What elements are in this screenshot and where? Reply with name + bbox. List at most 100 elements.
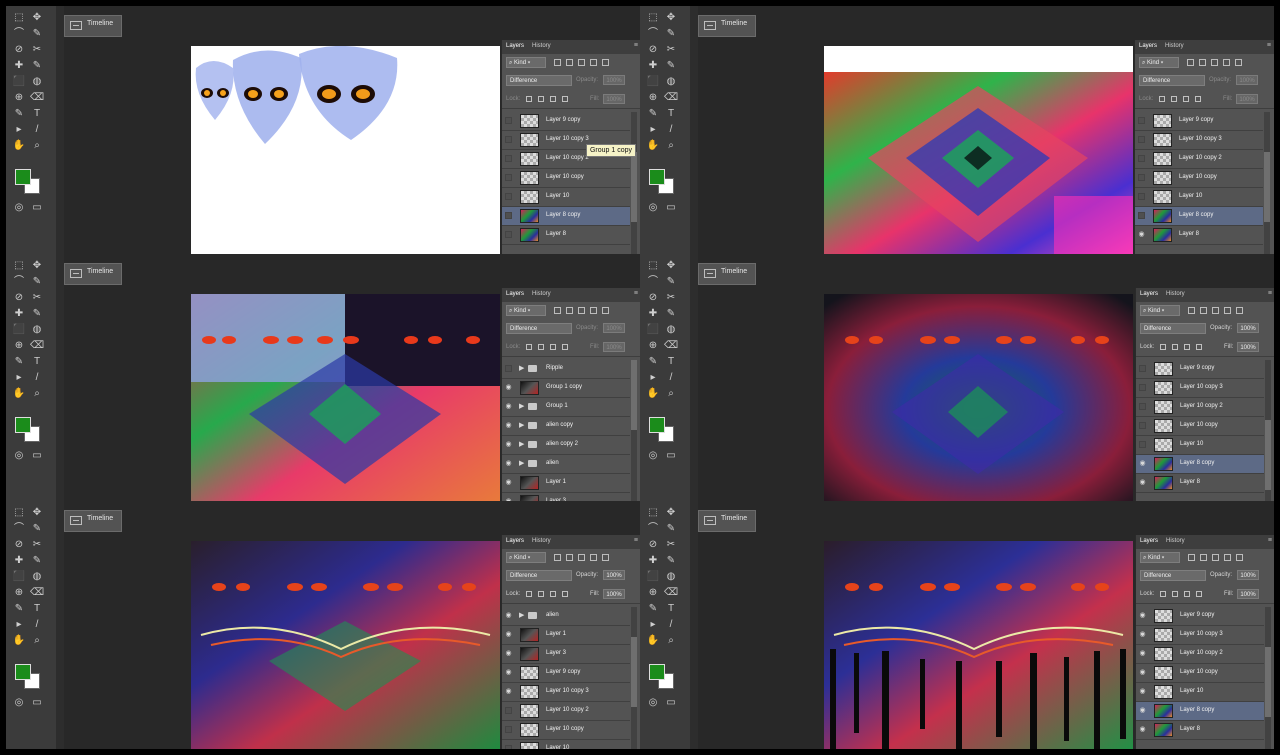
tool-icon[interactable]: ✎ — [30, 276, 44, 288]
layer-row[interactable]: Layer 10 — [1136, 436, 1264, 455]
filter-icon[interactable] — [1199, 59, 1206, 66]
filter-icon[interactable] — [566, 59, 573, 66]
filter-icon[interactable] — [602, 59, 609, 66]
tool-icon[interactable]: ⬚ — [646, 12, 660, 24]
visibility-eye-icon[interactable]: ◉ — [1138, 231, 1145, 238]
filter-kind-dropdown[interactable]: ⌕ Kind ▾ — [506, 552, 546, 563]
lock-icon[interactable] — [562, 96, 568, 102]
layer-row[interactable]: Layer 8 — [502, 226, 630, 245]
tool-icon[interactable]: ✎ — [12, 108, 26, 120]
expand-arrow-icon[interactable]: ▶ — [519, 364, 524, 372]
tool-icon[interactable]: ✎ — [646, 108, 660, 120]
panel-menu-icon[interactable]: ≡ — [634, 537, 638, 544]
tab-history[interactable]: History — [1166, 291, 1185, 297]
tool-icon[interactable]: ⬚ — [646, 260, 660, 272]
foreground-color-swatch[interactable] — [15, 417, 31, 433]
tool-icon[interactable]: ⌫ — [664, 340, 678, 352]
tool-icon[interactable]: ✎ — [30, 308, 44, 320]
blend-mode-dropdown[interactable]: Difference — [1140, 323, 1206, 334]
expand-arrow-icon[interactable]: ▶ — [519, 459, 524, 467]
layer-row[interactable]: ◉ ▶ Group 1 — [502, 398, 630, 417]
tool-icon[interactable]: ✥ — [30, 507, 44, 519]
layers-scrollbar[interactable] — [631, 607, 637, 749]
tab-history[interactable]: History — [532, 538, 551, 544]
visibility-toggle[interactable] — [505, 365, 512, 372]
scrollbar-thumb[interactable] — [1265, 647, 1271, 717]
lock-icon[interactable] — [550, 96, 556, 102]
layer-row[interactable]: Layer 10 copy — [1135, 169, 1263, 188]
filter-icon[interactable] — [578, 554, 585, 561]
tool-icon[interactable]: ⊕ — [646, 587, 660, 599]
tool-icon[interactable]: ⌒ — [12, 276, 26, 288]
tool-icon[interactable]: / — [664, 619, 678, 631]
layer-row[interactable]: ◉ Layer 10 copy — [1136, 664, 1264, 683]
tool-icon[interactable]: ⊘ — [646, 44, 660, 56]
lock-icon[interactable] — [526, 96, 532, 102]
tool-icon[interactable]: ✥ — [664, 260, 678, 272]
layer-row[interactable]: ◉ Layer 8 copy — [1136, 702, 1264, 721]
filter-icon[interactable] — [1211, 59, 1218, 66]
filter-icon[interactable] — [1236, 554, 1243, 561]
lock-icon[interactable] — [1172, 591, 1178, 597]
layer-row[interactable]: Layer 9 copy — [1136, 360, 1264, 379]
scrollbar-thumb[interactable] — [1265, 420, 1271, 490]
filter-kind-dropdown[interactable]: ⌕ Kind ▾ — [506, 57, 546, 68]
filter-icon[interactable] — [1188, 554, 1195, 561]
filter-kind-dropdown[interactable]: ⌕ Kind ▾ — [1140, 305, 1180, 316]
filter-icon[interactable] — [590, 59, 597, 66]
foreground-color-swatch[interactable] — [15, 169, 31, 185]
tool-icon[interactable]: ✎ — [664, 523, 678, 535]
tool-icon[interactable]: ⊘ — [12, 44, 26, 56]
tab-history[interactable]: History — [1166, 538, 1185, 544]
foreground-color-swatch[interactable] — [649, 664, 665, 680]
layer-row[interactable]: ◉ Layer 1 — [502, 626, 630, 645]
layer-row[interactable]: ◉ Layer 8 — [1136, 721, 1264, 740]
scrollbar-thumb[interactable] — [1264, 152, 1270, 222]
filter-icon[interactable] — [1224, 554, 1231, 561]
opacity-field[interactable]: 100% — [603, 323, 625, 333]
visibility-toggle[interactable] — [505, 726, 512, 733]
lock-icon[interactable] — [1196, 344, 1202, 350]
tool-icon[interactable]: ⌒ — [12, 28, 26, 40]
tool-icon[interactable]: ⌕ — [664, 635, 678, 647]
document-canvas[interactable] — [191, 541, 500, 749]
tool-icon[interactable]: ▸ — [646, 372, 660, 384]
filter-kind-dropdown[interactable]: ⌕ Kind ▾ — [506, 305, 546, 316]
tool-icon[interactable]: ✂ — [664, 539, 678, 551]
visibility-eye-icon[interactable]: ◉ — [505, 631, 512, 638]
fill-field[interactable]: 100% — [1236, 94, 1258, 104]
visibility-eye-icon[interactable]: ◉ — [505, 441, 512, 448]
visibility-toggle[interactable] — [505, 707, 512, 714]
visibility-toggle[interactable] — [505, 212, 512, 219]
layer-row[interactable]: ▶ Ripple — [502, 360, 630, 379]
tool-icon[interactable]: ✂ — [30, 292, 44, 304]
tool-icon[interactable]: ⬛ — [646, 324, 660, 336]
filter-icon[interactable] — [1223, 59, 1230, 66]
filter-icon[interactable] — [1212, 554, 1219, 561]
filter-icon[interactable] — [1200, 307, 1207, 314]
visibility-toggle[interactable] — [505, 745, 512, 749]
tool-icon[interactable]: ⬚ — [12, 507, 26, 519]
layers-scrollbar[interactable] — [1264, 112, 1270, 254]
timeline-button[interactable]: Timeline — [64, 510, 122, 532]
tool-icon[interactable]: ⬛ — [12, 324, 26, 336]
tool-icon[interactable]: ✚ — [646, 555, 660, 567]
tool-icon[interactable]: ✎ — [30, 60, 44, 72]
tool-icon[interactable]: ✂ — [30, 539, 44, 551]
layer-row[interactable]: ◉ Layer 9 copy — [502, 664, 630, 683]
visibility-toggle[interactable] — [505, 174, 512, 181]
document-canvas[interactable] — [191, 46, 500, 254]
tool-icon[interactable]: ⌒ — [646, 276, 660, 288]
screen-mode-icon[interactable]: ▭ — [664, 450, 678, 462]
layer-row[interactable]: ◉ ▶ alien copy — [502, 417, 630, 436]
tool-icon[interactable]: ✋ — [646, 388, 660, 400]
tool-icon[interactable]: ⌫ — [664, 587, 678, 599]
tool-icon[interactable]: T — [664, 356, 678, 368]
tool-icon[interactable]: ⌕ — [30, 140, 44, 152]
tab-layers[interactable]: Layers — [1139, 43, 1157, 49]
tool-icon[interactable]: ◍ — [664, 571, 678, 583]
opacity-field[interactable]: 100% — [1236, 75, 1258, 85]
filter-icon[interactable] — [566, 554, 573, 561]
layer-row[interactable]: ◉ ▶ alien — [502, 607, 630, 626]
tab-layers[interactable]: Layers — [506, 43, 524, 49]
